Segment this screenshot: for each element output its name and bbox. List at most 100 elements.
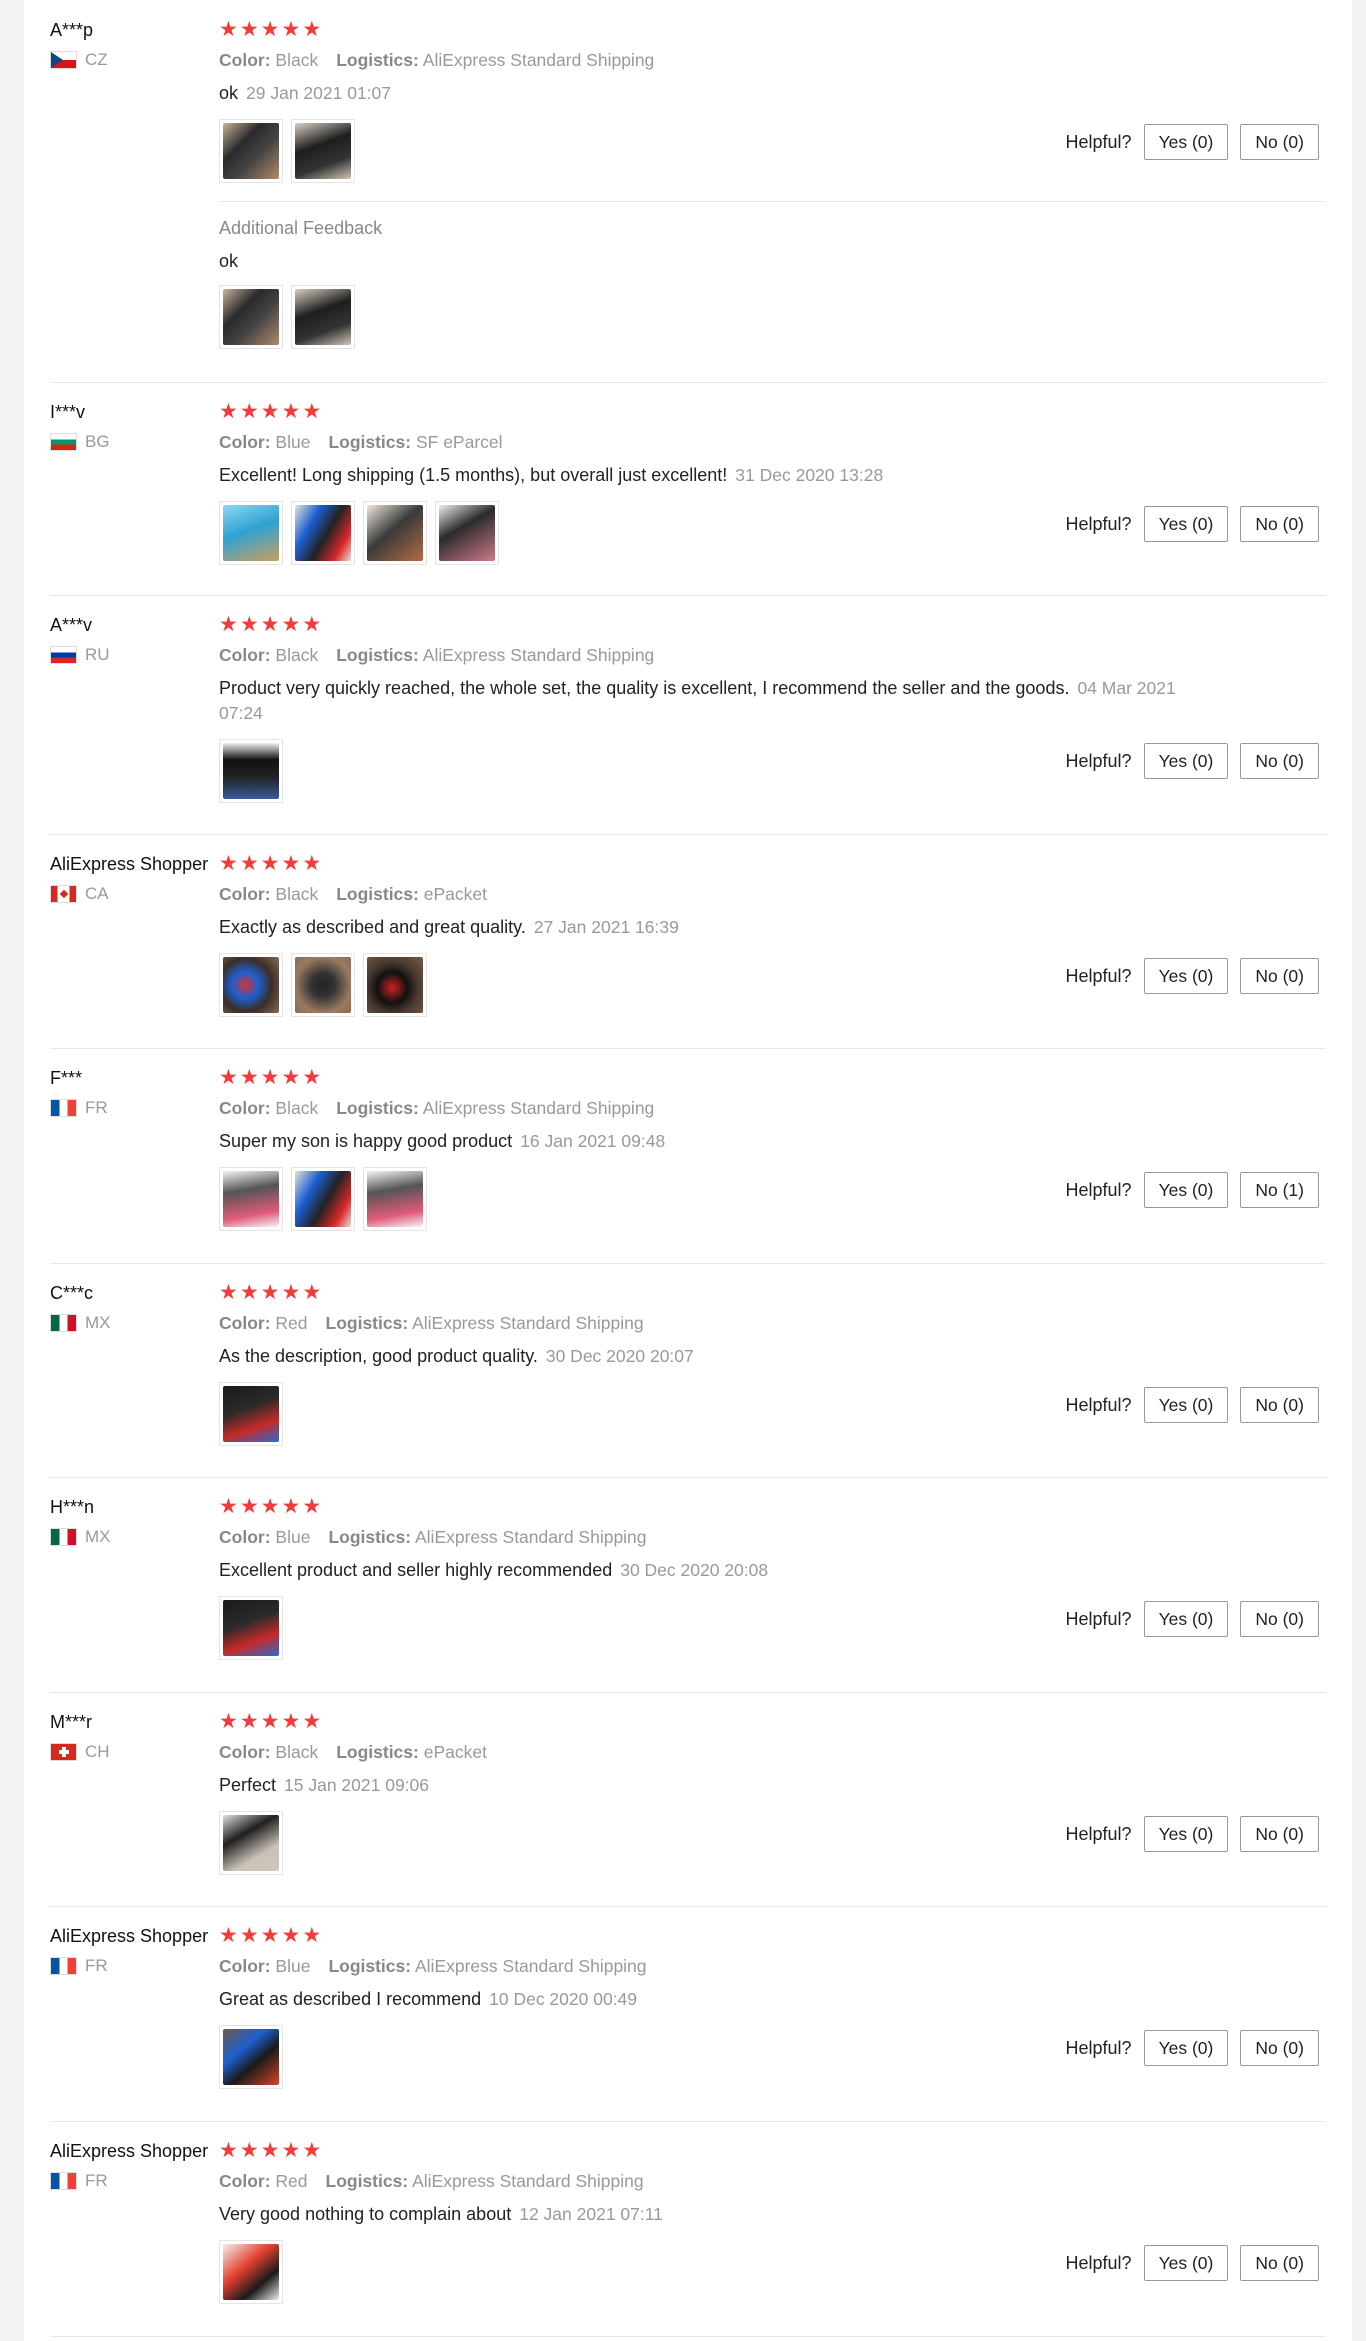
review-attributes: Color: Blue Logistics: AliExpress Standar… [219, 1525, 1326, 1549]
additional-photo[interactable] [219, 285, 283, 349]
review-text-block: Great as described I recommend 10 Dec 202… [219, 1987, 1179, 2012]
helpful-yes-button[interactable]: Yes (0) [1143, 506, 1229, 542]
additional-feedback-title: Additional Feedback [219, 218, 383, 238]
helpful-no-button[interactable]: No (0) [1240, 1601, 1319, 1637]
helpful-no-button[interactable]: No (0) [1240, 1816, 1319, 1852]
review-attributes: Color: Blue Logistics: AliExpress Standar… [219, 1954, 1326, 1978]
review-photo[interactable] [363, 953, 427, 1017]
helpful-label: Helpful? [1065, 1394, 1132, 1415]
review-photo[interactable] [363, 501, 427, 565]
reviewer-name: A***v [50, 615, 93, 635]
review-photo[interactable] [219, 739, 283, 803]
helpful-no-button[interactable]: No (0) [1240, 2245, 1319, 2281]
star-icon: ★ [260, 852, 280, 875]
reviewer-info: C***c MX [50, 1281, 220, 1333]
star-icon: ★ [302, 1495, 322, 1518]
helpful-yes-button[interactable]: Yes (0) [1143, 1172, 1229, 1208]
star-icon: ★ [302, 1281, 322, 1304]
helpful-no-button[interactable]: No (0) [1240, 743, 1319, 779]
flag-icon [50, 1743, 77, 1761]
review-photo[interactable] [363, 1167, 427, 1231]
review-photo[interactable] [291, 501, 355, 565]
logistics-value: ePacket [423, 884, 487, 904]
helpful-yes-button[interactable]: Yes (0) [1143, 124, 1229, 160]
photo-thumbnail [223, 957, 279, 1013]
helpful-label: Helpful? [1065, 2037, 1132, 2058]
review-text-block: Excellent! Long shipping (1.5 months), b… [219, 463, 1179, 488]
color-label: Color: [219, 884, 271, 904]
photo-thumbnail [295, 1171, 351, 1227]
reviewer-info: AliExpress Shopper CA [50, 852, 220, 904]
color-value: Black [275, 884, 319, 904]
review-photo[interactable] [435, 501, 499, 565]
review-photo[interactable] [219, 2240, 283, 2304]
helpful-no-button[interactable]: No (0) [1240, 2030, 1319, 2066]
helpful-no-button[interactable]: No (1) [1240, 1172, 1319, 1208]
review-text: ok [219, 83, 239, 103]
country-code: MX [85, 1527, 111, 1546]
logistics-label: Logistics: [336, 1098, 419, 1118]
reviewer-country: FR [50, 1956, 220, 1976]
reviewer-name: M***r [50, 1712, 93, 1732]
reviewer-name: F*** [50, 1068, 83, 1088]
star-icon: ★ [281, 613, 301, 636]
review-photo[interactable] [219, 501, 283, 565]
helpful-yes-button[interactable]: Yes (0) [1143, 2030, 1229, 2066]
star-icon: ★ [281, 1924, 301, 1947]
star-icon: ★ [302, 1066, 322, 1089]
photo-thumbnail [223, 1600, 279, 1656]
reviewer-name: C***c [50, 1283, 94, 1303]
review-photo[interactable] [219, 119, 283, 183]
helpful-yes-button[interactable]: Yes (0) [1143, 1601, 1229, 1637]
flag-icon [50, 1099, 77, 1117]
star-icon: ★ [302, 852, 322, 875]
country-code: FR [85, 1956, 108, 1975]
reviewer-country: CH [50, 1742, 220, 1762]
review-photo[interactable] [291, 953, 355, 1017]
logistics-label: Logistics: [325, 1313, 409, 1333]
helpful-votes: Helpful? Yes (0) No (0) [1066, 124, 1319, 160]
review-text-block: ok 29 Jan 2021 01:07 [219, 81, 1179, 106]
star-icon: ★ [239, 400, 259, 423]
helpful-yes-button[interactable]: Yes (0) [1143, 2245, 1229, 2281]
reviewer-name: A***p [50, 20, 94, 40]
review-item: AliExpress Shopper FR ★ ★ ★ ★ ★ Color: Red Logis… [50, 2121, 1326, 2337]
helpful-yes-button[interactable]: Yes (0) [1143, 1816, 1229, 1852]
star-icon: ★ [302, 400, 322, 423]
helpful-no-button[interactable]: No (0) [1240, 1387, 1319, 1423]
color-label: Color: [219, 1313, 271, 1333]
review-photo[interactable] [219, 2025, 283, 2089]
logistics-label: Logistics: [328, 1527, 412, 1547]
photo-thumbnail [367, 1171, 423, 1227]
reviewer-info: A***p CZ [50, 18, 220, 70]
review-date: 10 Dec 2020 00:49 [489, 1989, 638, 2009]
country-code: CH [85, 1742, 110, 1761]
helpful-no-button[interactable]: No (0) [1240, 124, 1319, 160]
helpful-no-button[interactable]: No (0) [1240, 958, 1319, 994]
star-icon: ★ [260, 18, 280, 41]
helpful-yes-button[interactable]: Yes (0) [1143, 1387, 1229, 1423]
star-icon: ★ [281, 1710, 301, 1733]
review-photo[interactable] [219, 1167, 283, 1231]
flag-icon [50, 1957, 77, 1975]
review-photo[interactable] [219, 1382, 283, 1446]
review-date: 30 Dec 2020 20:08 [620, 1560, 769, 1580]
review-photo[interactable] [219, 953, 283, 1017]
additional-photo[interactable] [291, 285, 355, 349]
reviewer-info: M***r CH [50, 1710, 220, 1762]
helpful-yes-button[interactable]: Yes (0) [1143, 743, 1229, 779]
review-photo[interactable] [219, 1596, 283, 1660]
review-photo[interactable] [219, 1811, 283, 1875]
star-icon: ★ [219, 1066, 238, 1089]
color-value: Blue [275, 432, 311, 452]
review-attributes: Color: Black Logistics: ePacket [219, 1740, 1326, 1764]
photo-thumbnail [223, 743, 279, 799]
star-icon: ★ [260, 1281, 280, 1304]
photo-thumbnail [223, 505, 279, 561]
helpful-yes-button[interactable]: Yes (0) [1143, 958, 1229, 994]
color-label: Color: [219, 1742, 271, 1762]
helpful-label: Helpful? [1065, 131, 1132, 152]
helpful-no-button[interactable]: No (0) [1240, 506, 1319, 542]
review-photo[interactable] [291, 119, 355, 183]
review-photo[interactable] [291, 1167, 355, 1231]
